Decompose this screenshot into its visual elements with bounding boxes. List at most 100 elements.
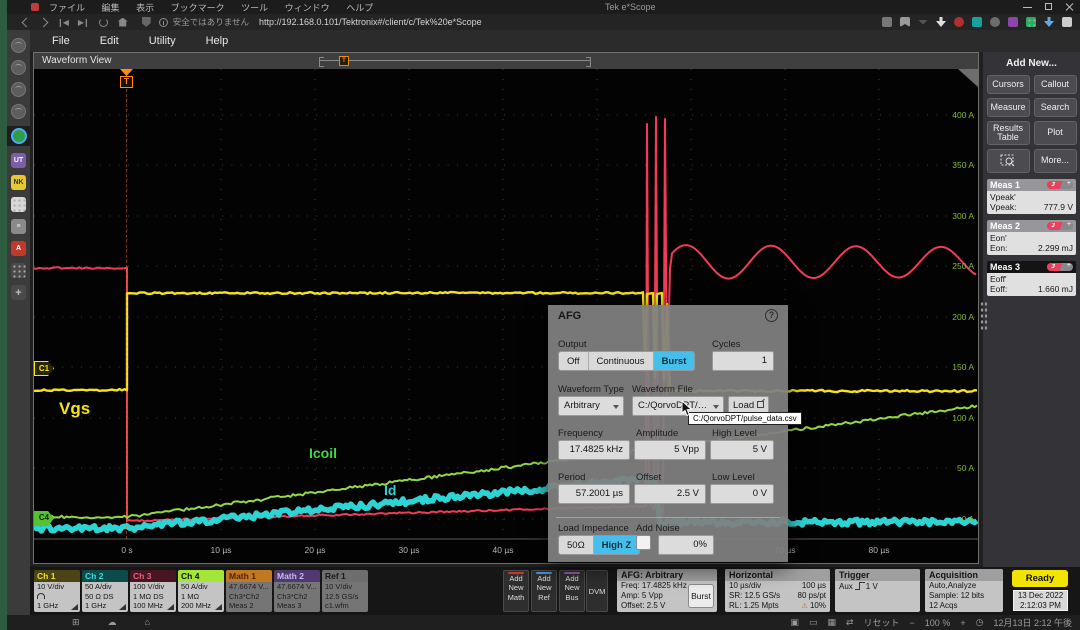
channel1-badge[interactable]: Ch 1 10 V/div 1 GHz — [34, 570, 80, 612]
channel2-badge[interactable]: Ch 2 50 A/div 50 Ω DS 1 GHz — [82, 570, 128, 612]
menu-view[interactable]: 表示 — [136, 3, 154, 13]
extension-icon-green-grid[interactable] — [1026, 17, 1036, 27]
extension-icon-teal[interactable] — [972, 17, 982, 27]
app-menu-edit[interactable]: Edit — [92, 33, 127, 49]
cloud-icon[interactable]: ☁ — [108, 617, 117, 628]
plot-corner-handle[interactable] — [958, 69, 978, 87]
output-continuous-button[interactable]: Continuous — [589, 352, 654, 370]
shield-icon[interactable] — [142, 17, 151, 27]
more-button[interactable]: More... — [1034, 149, 1077, 173]
amplitude-input[interactable]: 5 Vpp — [634, 440, 706, 460]
menu-bookmarks[interactable]: ブックマーク — [171, 3, 225, 13]
add-new-bus-button[interactable]: Add New Bus — [559, 570, 585, 612]
app-menu-file[interactable]: File — [44, 33, 78, 49]
tiles-icon[interactable] — [882, 17, 892, 27]
web-panel-icon-1[interactable] — [11, 38, 26, 53]
add-noise-checkbox[interactable] — [636, 535, 651, 550]
add-new-math-button[interactable]: Add New Math — [503, 570, 529, 612]
plot-button[interactable]: Plot — [1034, 121, 1077, 145]
home-icon[interactable] — [118, 18, 128, 27]
zoom-reset-button[interactable]: リセット — [864, 616, 900, 629]
extension-icon-purple[interactable] — [1008, 17, 1018, 27]
menu-tools[interactable]: ツール — [241, 3, 268, 13]
offset-input[interactable]: 2.5 V — [634, 484, 706, 504]
channel4-badge[interactable]: Ch 4 50 A/div 1 MΩ 200 MHz — [178, 570, 224, 612]
speed-dial-icon[interactable] — [11, 263, 26, 278]
rewind-icon[interactable]: ❙◀ — [57, 18, 68, 27]
afg-burst-button[interactable]: Burst — [688, 584, 714, 608]
add-panel-icon[interactable]: + — [11, 285, 26, 300]
web-panel-icon-4[interactable] — [11, 104, 26, 119]
maximize-icon[interactable] — [1044, 2, 1053, 11]
panel-splitter-handle[interactable] — [979, 300, 987, 330]
waveform-type-dropdown[interactable]: Arbitrary — [558, 396, 624, 416]
output-off-button[interactable]: Off — [559, 352, 589, 370]
chevron-down-icon[interactable] — [918, 20, 928, 25]
minimize-icon[interactable] — [1023, 2, 1032, 11]
app-menu-help[interactable]: Help — [198, 33, 237, 49]
url-field[interactable]: http://192.168.0.101/Tektronix#/client/c… — [259, 17, 482, 27]
frequency-input[interactable]: 17.4825 kHz — [558, 440, 630, 460]
meas1-badge[interactable]: Meas 1 3+ Vpeak' Vpeak:777.9 V — [987, 179, 1076, 214]
horizontal-minimap[interactable]: T — [319, 57, 591, 65]
web-panel-icon-a[interactable]: A — [11, 241, 26, 256]
meas3-badge[interactable]: Meas 3 3+ Eoff' Eoff:1.660 mJ — [987, 261, 1076, 296]
menu-help[interactable]: ヘルプ — [346, 3, 373, 13]
minimap-trigger-icon[interactable]: T — [339, 56, 349, 66]
app-menu-utility[interactable]: Utility — [141, 33, 184, 49]
callout-button[interactable]: Callout — [1034, 75, 1077, 94]
output-burst-button[interactable]: Burst — [654, 352, 695, 370]
math2-badge[interactable]: Math 2 47.6674 V... Ch3*Ch2 Meas 3 — [274, 570, 320, 612]
menu-window[interactable]: ウィンドウ — [285, 3, 330, 13]
graticule[interactable]: T C1 C4 Vgs Icoil Id 400 A350 A300 A250 … — [34, 69, 978, 563]
impedance-highz-button[interactable]: High Z — [594, 536, 640, 554]
cursors-button[interactable]: Cursors — [987, 75, 1030, 94]
web-panel-active[interactable] — [7, 126, 30, 146]
info-icon[interactable] — [159, 18, 168, 27]
channel3-badge[interactable]: Ch 3 100 V/div 1 MΩ DS 100 MHz — [130, 570, 176, 612]
add-new-ref-button[interactable]: Add New Ref — [531, 570, 557, 612]
web-panel-icon-3[interactable] — [11, 82, 26, 97]
noise-percent-input[interactable]: 0% — [658, 535, 714, 555]
run-status-button[interactable]: Ready — [1012, 570, 1068, 587]
math1-badge[interactable]: Math 1 47.6674 V... Ch3*Ch2 Meas 2 — [226, 570, 272, 612]
period-input[interactable]: 57.2001 µs — [558, 484, 630, 504]
web-panel-icon-misc[interactable]: ≡ — [11, 219, 26, 234]
extensions-puzzle-icon[interactable] — [1062, 17, 1072, 27]
results-table-button[interactable]: Results Table — [987, 121, 1030, 145]
capture-icon[interactable]: ▣ — [790, 617, 799, 628]
download-icon[interactable] — [936, 17, 946, 27]
zoom-region-button[interactable] — [987, 149, 1030, 173]
extension-icon-blue-arrow[interactable] — [1044, 17, 1054, 27]
low-level-input[interactable]: 0 V — [710, 484, 774, 504]
web-panel-icon-ut[interactable]: UT — [11, 153, 26, 168]
zoom-in-button[interactable]: + — [960, 618, 965, 628]
sync-icon[interactable]: ⇄ — [846, 617, 854, 628]
menu-file[interactable]: ファイル — [49, 3, 85, 13]
extension-icon-red[interactable] — [954, 17, 964, 27]
horizontal-badge[interactable]: Horizontal 10 µs/div100 µs SR: 12.5 GS/s… — [725, 569, 830, 612]
impedance-50ohm-button[interactable]: 50Ω — [559, 536, 594, 554]
panel-toggle-icon[interactable]: ⊞ — [72, 617, 80, 628]
help-icon[interactable]: ? — [765, 309, 778, 322]
web-panel-icon-2[interactable] — [11, 60, 26, 75]
ref1-badge[interactable]: Ref 1 10 V/div 12.5 GS/s c1.wfm — [322, 570, 368, 612]
afg-badge[interactable]: AFG: Arbitrary Freq: 17.4825 kHz Amp: 5 … — [617, 569, 717, 612]
reload-icon[interactable] — [99, 18, 108, 27]
fast-forward-icon[interactable]: ▶❙ — [78, 18, 89, 27]
zoom-out-button[interactable]: − — [910, 618, 915, 628]
menu-edit[interactable]: 編集 — [102, 3, 120, 13]
bookmark-icon[interactable] — [900, 17, 910, 27]
dvm-button[interactable]: DVM — [586, 570, 608, 612]
trigger-marker[interactable]: T — [120, 69, 133, 89]
cycles-input[interactable]: 1 — [712, 351, 774, 371]
extension-icon-grey[interactable] — [990, 17, 1000, 27]
web-panel-icon-nk[interactable]: NK — [11, 175, 26, 190]
tab-waveform-view[interactable]: Waveform View — [42, 55, 111, 66]
acquisition-badge[interactable]: Acquisition Auto,Analyze Sample: 12 bits… — [925, 569, 1003, 612]
back-icon[interactable] — [22, 17, 32, 27]
tiling-icon[interactable]: ▭ — [809, 617, 818, 628]
high-level-input[interactable]: 5 V — [710, 440, 774, 460]
images-icon[interactable]: ▦ — [827, 617, 836, 628]
meas2-badge[interactable]: Meas 2 3+ Eon' Eon:2.299 mJ — [987, 220, 1076, 255]
